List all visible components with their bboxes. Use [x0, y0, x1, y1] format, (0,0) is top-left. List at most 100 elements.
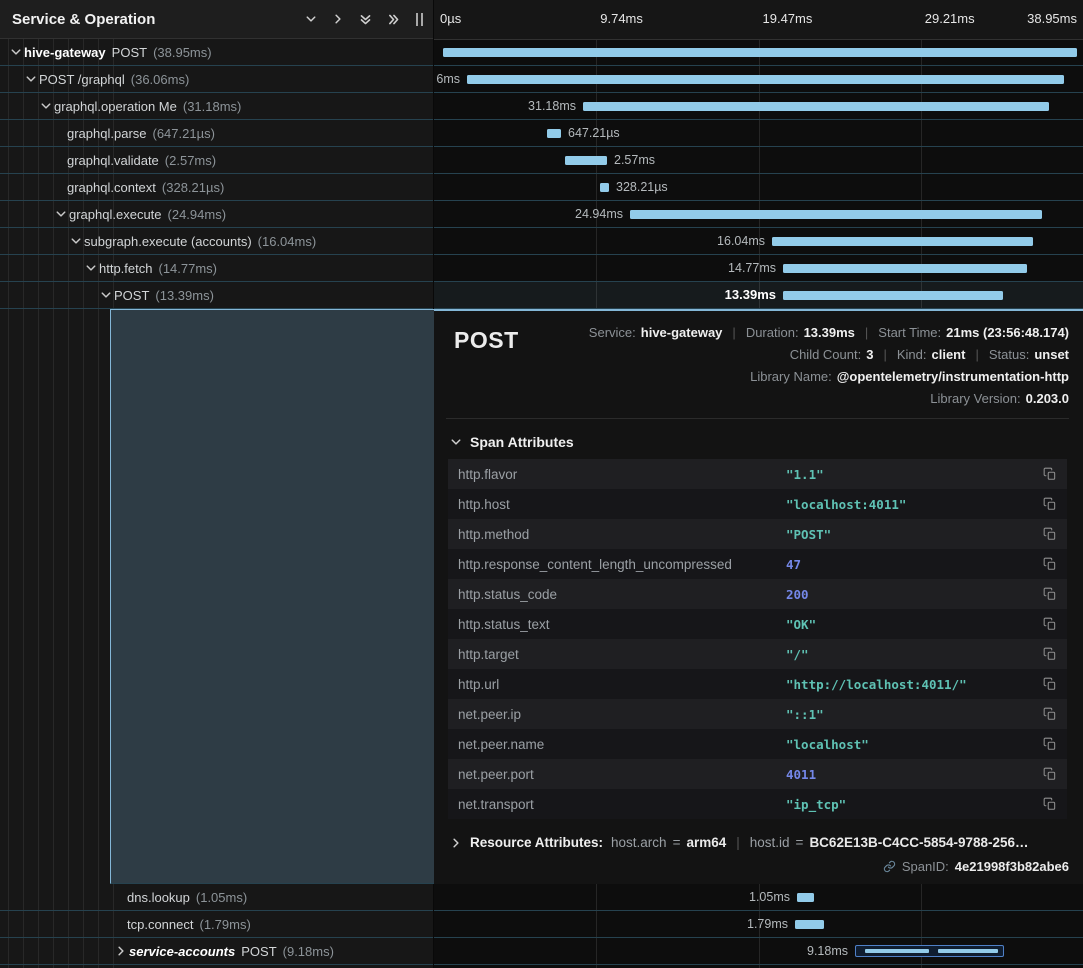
timeline-row[interactable]: 9.18ms: [434, 938, 1083, 965]
tree-row[interactable]: graphql.validate(2.57ms): [0, 147, 433, 174]
tree-row[interactable]: graphql.parse(647.21µs): [0, 120, 433, 147]
timeline-row[interactable]: 24.94ms: [434, 201, 1083, 228]
attribute-key: http.status_code: [458, 587, 786, 602]
copy-icon[interactable]: [1033, 707, 1067, 721]
tree-row[interactable]: subgraph.execute (accounts)(16.04ms): [0, 228, 433, 255]
chevron-down-icon[interactable]: [83, 262, 99, 274]
bar-label: 1.79ms: [434, 911, 788, 937]
resource-attributes-toggle[interactable]: Resource Attributes:: [470, 835, 603, 850]
span-meta: Service:hive-gateway|Duration:13.39ms|St…: [589, 325, 1069, 406]
operation-name: graphql.parse: [67, 126, 147, 141]
attribute-value: 200: [786, 587, 1033, 602]
span-bar[interactable]: [630, 210, 1042, 219]
expand-all-icon[interactable]: [387, 13, 400, 26]
timeline-row[interactable]: 13.39ms: [434, 282, 1083, 309]
timeline-row[interactable]: 647.21µs: [434, 120, 1083, 147]
span-bar[interactable]: [443, 48, 1077, 57]
meta-value: 0.203.0: [1026, 391, 1069, 406]
timeline-row[interactable]: [434, 39, 1083, 66]
copy-icon[interactable]: [1033, 617, 1067, 631]
collapse-children-icon[interactable]: [305, 13, 317, 25]
service-name: service-accounts: [129, 944, 235, 959]
bar-label: 2.57ms: [614, 147, 655, 173]
link-icon[interactable]: [883, 860, 896, 873]
chevron-down-icon[interactable]: [8, 46, 24, 58]
copy-icon[interactable]: [1033, 497, 1067, 511]
meta-key: Library Version:: [930, 391, 1020, 406]
chevron-down-icon[interactable]: [68, 235, 84, 247]
timeline-rows-bottom: 1.05ms1.79ms9.18ms: [434, 884, 1083, 965]
chevron-down-icon[interactable]: [53, 208, 69, 220]
span-bar[interactable]: [600, 183, 609, 192]
tree-row[interactable]: POST(13.39ms): [0, 282, 433, 309]
span-id-value: 4e21998f3b82abe6: [955, 859, 1069, 874]
operation-name: graphql.context: [67, 180, 156, 195]
span-bar[interactable]: [855, 945, 1004, 957]
tree-row[interactable]: dns.lookup(1.05ms): [0, 884, 433, 911]
chevron-down-icon[interactable]: [98, 289, 114, 301]
panel-resize-handle[interactable]: [416, 13, 423, 26]
span-bar[interactable]: [467, 75, 1064, 84]
attribute-row: net.transport"ip_tcp": [448, 789, 1067, 819]
attribute-value: "localhost": [786, 737, 1033, 752]
attribute-row: http.host"localhost:4011": [448, 489, 1067, 519]
copy-icon[interactable]: [1033, 737, 1067, 751]
span-bar[interactable]: [783, 291, 1003, 300]
meta-value: 3: [866, 347, 873, 362]
chevron-right-icon[interactable]: [113, 945, 129, 957]
meta-line: Service:hive-gateway|Duration:13.39ms|St…: [589, 325, 1069, 340]
meta-value: hive-gateway: [641, 325, 723, 340]
meta-key: Service:: [589, 325, 636, 340]
expand-children-icon[interactable]: [332, 13, 344, 25]
tree-row[interactable]: POST /graphql(36.06ms): [0, 66, 433, 93]
timeline-row[interactable]: 31.18ms: [434, 93, 1083, 120]
timeline-row[interactable]: 1.05ms: [434, 884, 1083, 911]
timeline-ruler: 0µs9.74ms19.47ms29.21ms38.95ms: [434, 0, 1083, 40]
copy-icon[interactable]: [1033, 467, 1067, 481]
tree-row[interactable]: graphql.context(328.21µs): [0, 174, 433, 201]
tree-panel-header: Service & Operation: [0, 0, 433, 39]
timeline-row[interactable]: 16.04ms: [434, 228, 1083, 255]
panel-title: Service & Operation: [12, 11, 155, 28]
span-bar[interactable]: [565, 156, 607, 165]
bar-label: 13.39ms: [434, 282, 776, 308]
span-bar[interactable]: [795, 920, 824, 929]
copy-icon[interactable]: [1033, 527, 1067, 541]
meta-value: 21ms (23:56:48.174): [946, 325, 1069, 340]
tree-row[interactable]: tcp.connect(1.79ms): [0, 911, 433, 938]
attribute-key: http.url: [458, 677, 786, 692]
copy-icon[interactable]: [1033, 587, 1067, 601]
timeline-row[interactable]: 1.79ms: [434, 911, 1083, 938]
copy-icon[interactable]: [1033, 797, 1067, 811]
attribute-row: net.peer.port4011: [448, 759, 1067, 789]
meta-key: Duration:: [746, 325, 799, 340]
meta-key: Status:: [989, 347, 1029, 362]
copy-icon[interactable]: [1033, 767, 1067, 781]
tree-row[interactable]: hive-gatewayPOST(38.95ms): [0, 39, 433, 66]
timeline-row[interactable]: 2.57ms: [434, 147, 1083, 174]
operation-name: POST: [241, 944, 276, 959]
chevron-down-icon[interactable]: [38, 100, 54, 112]
chevron-down-icon[interactable]: [23, 73, 39, 85]
span-duration: (1.05ms): [196, 890, 247, 905]
span-duration: (13.39ms): [155, 288, 214, 303]
span-bar[interactable]: [547, 129, 561, 138]
span-bar[interactable]: [583, 102, 1049, 111]
timeline-row[interactable]: 14.77ms: [434, 255, 1083, 282]
span-attributes-toggle[interactable]: Span Attributes: [450, 434, 1069, 450]
tree-row[interactable]: service-accountsPOST(9.18ms): [0, 938, 433, 965]
tree-row[interactable]: graphql.operation Me(31.18ms): [0, 93, 433, 120]
copy-icon[interactable]: [1033, 557, 1067, 571]
timeline-row[interactable]: 328.21µs: [434, 174, 1083, 201]
span-tree-top: hive-gatewayPOST(38.95ms)POST /graphql(3…: [0, 39, 433, 309]
timeline-row[interactable]: 6ms: [434, 66, 1083, 93]
span-bar[interactable]: [797, 893, 814, 902]
copy-icon[interactable]: [1033, 647, 1067, 661]
span-bar[interactable]: [783, 264, 1027, 273]
collapse-all-icon[interactable]: [359, 13, 372, 26]
operation-name: graphql.validate: [67, 153, 159, 168]
copy-icon[interactable]: [1033, 677, 1067, 691]
tree-row[interactable]: graphql.execute(24.94ms): [0, 201, 433, 228]
span-bar[interactable]: [772, 237, 1033, 246]
tree-row[interactable]: http.fetch(14.77ms): [0, 255, 433, 282]
